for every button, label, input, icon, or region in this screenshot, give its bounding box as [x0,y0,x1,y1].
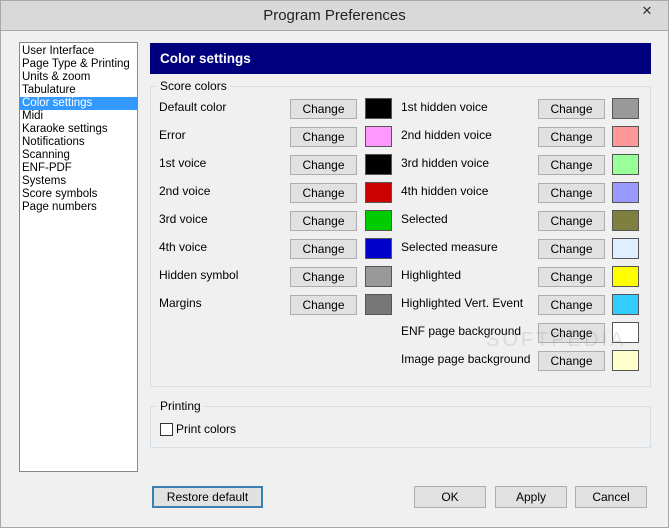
nav-item[interactable]: Score symbols [20,188,137,201]
change-color-button[interactable]: Change [538,351,605,371]
change-color-button[interactable]: Change [538,267,605,287]
color-swatch[interactable] [365,154,392,175]
change-color-button[interactable]: Change [538,99,605,119]
score-colors-label: Score colors [157,79,230,93]
nav-item[interactable]: Scanning [20,149,137,162]
color-row-label: Highlighted Vert. Event [401,296,524,310]
color-row-label: Error [159,128,186,142]
section-header: Color settings [150,43,651,74]
change-color-button[interactable]: Change [290,155,357,175]
cancel-button[interactable]: Cancel [575,486,647,508]
change-color-button[interactable]: Change [538,155,605,175]
change-color-button[interactable]: Change [538,211,605,231]
nav-item[interactable]: Tabulature [20,84,137,97]
nav-item[interactable]: Color settings [20,97,137,110]
color-row-label: 3rd voice [159,212,208,226]
nav-item[interactable]: Notifications [20,136,137,149]
color-row-label: 3rd hidden voice [401,156,490,170]
color-swatch[interactable] [365,294,392,315]
color-row-label: Hidden symbol [159,268,239,282]
change-color-button[interactable]: Change [538,295,605,315]
color-row-label: ENF page background [401,324,522,338]
window-title: Program Preferences [263,7,406,24]
change-color-button[interactable]: Change [290,99,357,119]
color-row-label: Margins [159,296,202,310]
nav-item[interactable]: Page Type & Printing [20,58,137,71]
color-swatch[interactable] [612,182,639,203]
color-swatch[interactable] [365,98,392,119]
color-swatch[interactable] [612,210,639,231]
change-color-button[interactable]: Change [290,295,357,315]
color-row-label: Selected measure [401,240,498,254]
color-row-label: 2nd voice [159,184,211,198]
color-swatch[interactable] [612,322,639,343]
change-color-button[interactable]: Change [538,239,605,259]
apply-button[interactable]: Apply [495,486,567,508]
print-colors-checkbox[interactable] [160,423,173,436]
color-row-label: 1st voice [159,156,207,170]
color-row-label: 4th voice [159,240,208,254]
restore-default-button[interactable]: Restore default [152,486,263,508]
section-title: Color settings [160,51,251,66]
change-color-button[interactable]: Change [538,183,605,203]
color-swatch[interactable] [612,238,639,259]
color-swatch[interactable] [365,182,392,203]
change-color-button[interactable]: Change [290,239,357,259]
color-row-label: 4th hidden voice [401,184,489,198]
title-bar: Program Preferences ✕ [0,0,669,31]
color-row-label: 2nd hidden voice [401,128,492,142]
color-swatch[interactable] [365,210,392,231]
color-swatch[interactable] [612,98,639,119]
color-swatch[interactable] [365,126,392,147]
nav-item[interactable]: ENF-PDF [20,162,137,175]
print-colors-label: Print colors [176,422,237,436]
change-color-button[interactable]: Change [538,323,605,343]
color-swatch[interactable] [365,266,392,287]
settings-nav-list[interactable]: User Interface Page Type & Printing Units … [19,42,138,472]
color-swatch[interactable] [612,154,639,175]
nav-item[interactable]: Systems [20,175,137,188]
nav-item[interactable]: User Interface [20,45,137,58]
nav-item[interactable]: Midi [20,110,137,123]
change-color-button[interactable]: Change [290,267,357,287]
change-color-button[interactable]: Change [290,211,357,231]
change-color-button[interactable]: Change [290,183,357,203]
change-color-button[interactable]: Change [538,127,605,147]
nav-item[interactable]: Page numbers [20,201,137,214]
color-swatch[interactable] [612,294,639,315]
close-icon[interactable]: ✕ [632,1,662,21]
color-swatch[interactable] [612,126,639,147]
color-row-label: Selected [401,212,448,226]
nav-item[interactable]: Units & zoom [20,71,137,84]
color-swatch[interactable] [612,350,639,371]
color-row-label: Default color [159,100,227,114]
printing-label: Printing [157,399,204,413]
color-swatch[interactable] [612,266,639,287]
color-row-label: Image page background [401,352,531,366]
nav-item[interactable]: Karaoke settings [20,123,137,136]
change-color-button[interactable]: Change [290,127,357,147]
color-row-label: 1st hidden voice [401,100,488,114]
color-row-label: Highlighted [401,268,462,282]
color-swatch[interactable] [365,238,392,259]
ok-button[interactable]: OK [414,486,486,508]
